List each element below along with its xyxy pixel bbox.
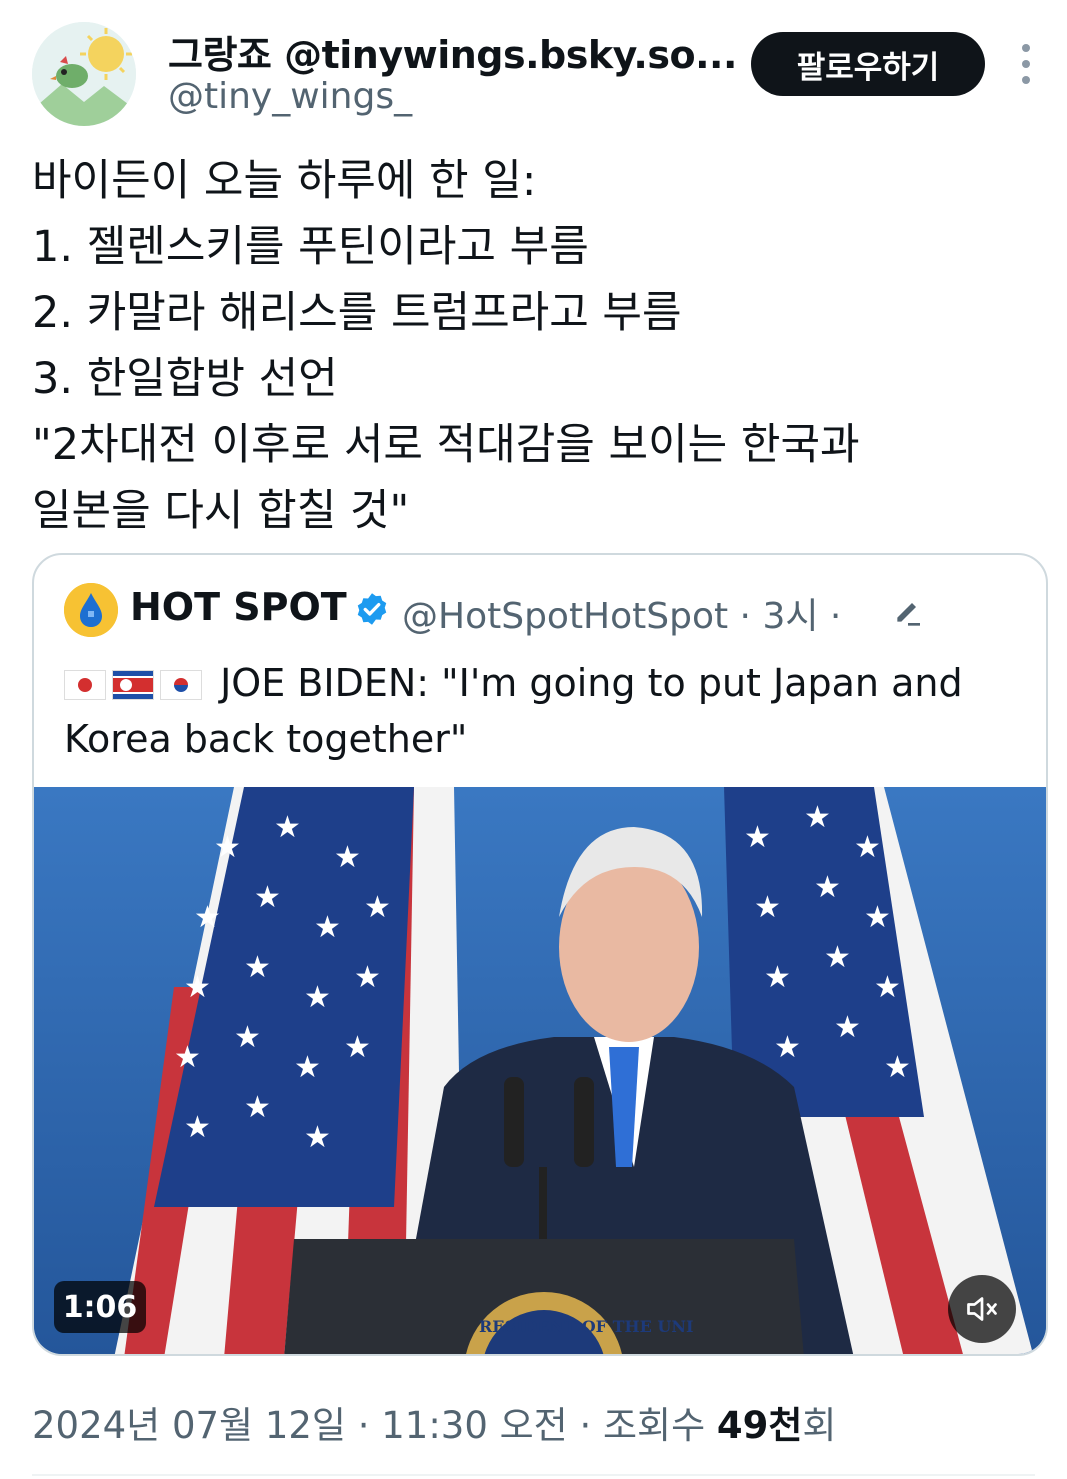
tweet-line: 3. 한일합방 선언: [32, 354, 338, 404]
svg-text:★: ★: [864, 900, 891, 935]
svg-text:★: ★: [174, 1040, 201, 1075]
svg-text:★: ★: [214, 830, 241, 865]
quoted-tweet-text: JOE BIDEN: "I'm going to put Japan and K…: [64, 655, 1014, 767]
svg-text:★: ★: [314, 910, 341, 945]
svg-text:★: ★: [874, 970, 901, 1005]
follow-button[interactable]: 팔로우하기: [751, 32, 985, 96]
tweet-text: 바이든이 오늘 하루에 한 일: 1. 젤렌스키를 푸틴이라고 부름 2. 카말…: [32, 148, 1032, 544]
more-vertical-icon: [1022, 44, 1030, 52]
quoted-handle-time[interactable]: @HotSpotHotSpot · 3시 ·: [402, 587, 841, 639]
author-display-name[interactable]: 그랑죠 @tinywings.bsky.so...: [168, 24, 737, 79]
tweet-line: 2. 카말라 해리스를 트럼프라고 부름: [32, 288, 682, 338]
seal-text: RESIDENT OF THE UNI: [479, 1317, 693, 1336]
svg-text:★: ★: [274, 810, 301, 845]
tweet-line: "2차대전 이후로 서로 적대감을 보이는 한국과: [32, 420, 860, 470]
svg-text:★: ★: [884, 1050, 911, 1085]
svg-text:★: ★: [344, 1030, 371, 1065]
drop-avatar-icon: [64, 583, 118, 637]
svg-text:★: ★: [184, 970, 211, 1005]
speaker-muted-icon: [967, 1297, 997, 1321]
mute-toggle-button[interactable]: [948, 1275, 1016, 1343]
tweet-meta: 2024년 07월 12일 · 11:30 오전 · 조회수 49천회: [32, 1395, 836, 1449]
divider: [32, 1474, 1035, 1476]
svg-text:★: ★: [814, 870, 841, 905]
svg-text:★: ★: [764, 960, 791, 995]
edited-pencil-icon[interactable]: [892, 595, 924, 627]
svg-text:★: ★: [744, 820, 771, 855]
svg-text:★: ★: [234, 1020, 261, 1055]
svg-text:★: ★: [294, 1050, 321, 1085]
svg-text:★: ★: [304, 980, 331, 1015]
svg-text:★: ★: [854, 830, 881, 865]
svg-text:★: ★: [364, 890, 391, 925]
view-count-suffix: 회: [802, 1404, 837, 1447]
tweet-datetime[interactable]: 2024년 07월 12일 · 11:30 오전 · 조회수: [32, 1404, 717, 1447]
svg-text:★: ★: [244, 1090, 271, 1125]
video-frame: ★ ★ ★ ★ ★ ★ ★ ★ ★ ★ ★ ★ ★ ★ ★ ★ ★ ★ ★ ★ ★ ★ ★ ★ ★ ★ ★ ★ ★ ★ R…: [34, 787, 1046, 1354]
svg-text:★: ★: [304, 1120, 331, 1155]
svg-text:★: ★: [184, 1110, 211, 1145]
svg-text:★: ★: [244, 950, 271, 985]
quoted-author-name[interactable]: HOT SPOT: [130, 585, 347, 629]
tweet-line: 바이든이 오늘 하루에 한 일:: [32, 156, 537, 206]
video-player[interactable]: ★ ★ ★ ★ ★ ★ ★ ★ ★ ★ ★ ★ ★ ★ ★ ★ ★ ★ ★ ★ ★ ★ ★ ★ ★ ★ ★ ★ ★ ★: [34, 787, 1046, 1354]
author-avatar[interactable]: [32, 22, 136, 126]
quoted-text-line: Korea back together": [64, 717, 468, 761]
svg-text:★: ★: [194, 900, 221, 935]
bird-sun-avatar-icon: [32, 22, 136, 126]
japan-flag-icon: [64, 670, 106, 700]
svg-text:★: ★: [754, 890, 781, 925]
svg-text:★: ★: [254, 880, 281, 915]
svg-text:★: ★: [774, 1030, 801, 1065]
svg-text:★: ★: [834, 1010, 861, 1045]
north-korea-flag-icon: [112, 670, 154, 700]
quoted-tweet-card[interactable]: HOT SPOT @HotSpotHotSpot · 3시 · JOE BIDE…: [32, 553, 1048, 1356]
svg-text:★: ★: [334, 840, 361, 875]
quoted-text-line: JOE BIDEN: "I'm going to put Japan and: [220, 661, 963, 705]
tweet-line: 1. 젤렌스키를 푸틴이라고 부름: [32, 222, 589, 272]
svg-text:★: ★: [824, 940, 851, 975]
verified-badge-icon: [357, 593, 387, 625]
tweet-line: 일본을 다시 합칠 것": [32, 486, 410, 536]
svg-text:★: ★: [804, 800, 831, 835]
svg-text:★: ★: [354, 960, 381, 995]
more-options-button[interactable]: [1011, 40, 1041, 88]
quoted-author-avatar[interactable]: [64, 583, 118, 637]
south-korea-flag-icon: [160, 670, 202, 700]
author-handle[interactable]: @tiny_wings_: [168, 76, 412, 117]
video-timecode: 1:06: [54, 1281, 146, 1333]
view-count: 49천: [716, 1404, 803, 1447]
